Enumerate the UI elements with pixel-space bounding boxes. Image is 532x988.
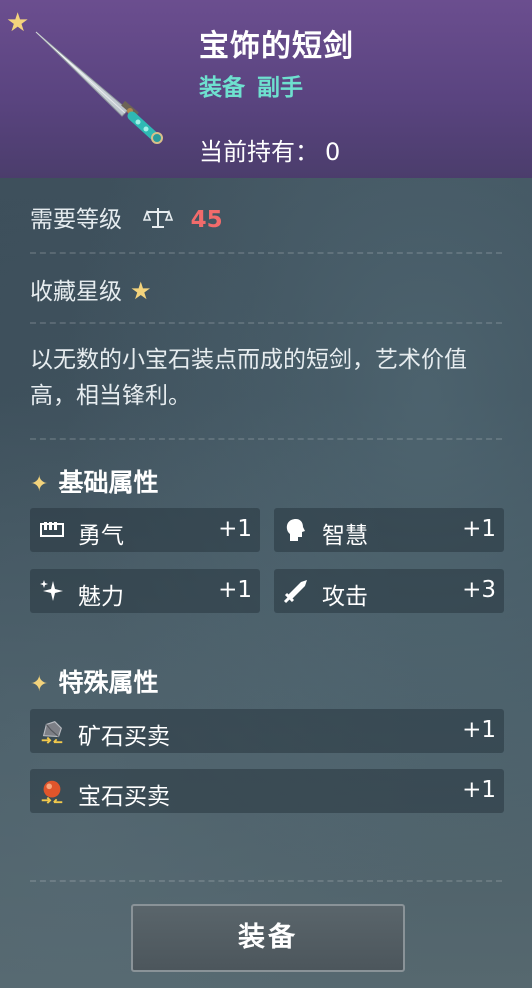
owned-label: 当前持有： <box>199 138 319 166</box>
stat-label: 魅力 <box>78 584 124 610</box>
owned-value: 0 <box>325 138 341 166</box>
stat-value: +1 <box>218 516 252 542</box>
scale-icon <box>143 208 174 228</box>
divider <box>30 322 502 324</box>
stat-ore-trade: 矿石买卖 +1 <box>30 709 504 753</box>
stat-value: +1 <box>462 717 496 743</box>
stat-value: +1 <box>218 577 252 603</box>
stat-label: 攻击 <box>322 584 368 610</box>
item-header: ★ 宝饰的短剑 装备 副手 当前持有： 0 <box>0 0 532 178</box>
sword-icon <box>35 31 163 144</box>
ore-trade-icon <box>38 717 66 745</box>
item-description: 以无数的小宝石装点而成的短剑，艺术价值高，相当锋利。 <box>30 347 467 409</box>
base-attributes-title: ✦ 基础属性 <box>30 463 158 499</box>
rarity-star-icon: ★ <box>6 8 30 38</box>
wisdom-icon <box>282 516 310 544</box>
collection-rating: 收藏星级 ★ <box>30 272 152 306</box>
base-attributes-label: 基础属性 <box>58 468 159 497</box>
item-type: 装备 副手 <box>199 68 315 102</box>
special-attributes-label: 特殊属性 <box>58 668 159 697</box>
stat-charm: 魅力 +1 <box>30 569 260 613</box>
level-requirement: 需要等级 45 <box>30 200 223 234</box>
item-type-secondary: 副手 <box>257 75 303 101</box>
sparkle-icon: ✦ <box>30 672 49 697</box>
stat-gem-trade: 宝石买卖 +1 <box>30 769 504 813</box>
stat-label: 勇气 <box>78 523 124 549</box>
stat-value: +1 <box>462 777 496 803</box>
star-icon: ★ <box>130 277 152 305</box>
stat-wisdom: 智慧 +1 <box>274 508 504 552</box>
item-type-primary: 装备 <box>199 75 245 101</box>
stat-attack: 攻击 +3 <box>274 569 504 613</box>
divider <box>30 438 502 440</box>
courage-icon <box>38 516 66 544</box>
item-name: 宝饰的短剑 <box>199 29 354 64</box>
equip-button[interactable]: 装备 <box>131 904 405 972</box>
stat-value: +3 <box>462 577 496 603</box>
stat-value: +1 <box>462 516 496 542</box>
level-label: 需要等级 <box>30 207 122 233</box>
special-attributes-title: ✦ 特殊属性 <box>30 663 158 699</box>
attack-icon <box>282 577 310 605</box>
stat-label: 宝石买卖 <box>78 784 170 810</box>
level-value: 45 <box>190 207 223 233</box>
stat-label: 矿石买卖 <box>78 724 170 750</box>
sparkle-icon: ✦ <box>30 472 49 497</box>
divider <box>30 880 502 882</box>
charm-icon <box>38 577 66 605</box>
collection-label: 收藏星级 <box>30 279 122 305</box>
stat-courage: 勇气 +1 <box>30 508 260 552</box>
divider <box>30 252 502 254</box>
stat-label: 智慧 <box>322 523 368 549</box>
owned-count: 当前持有： 0 <box>199 132 340 167</box>
gem-trade-icon <box>38 777 66 805</box>
